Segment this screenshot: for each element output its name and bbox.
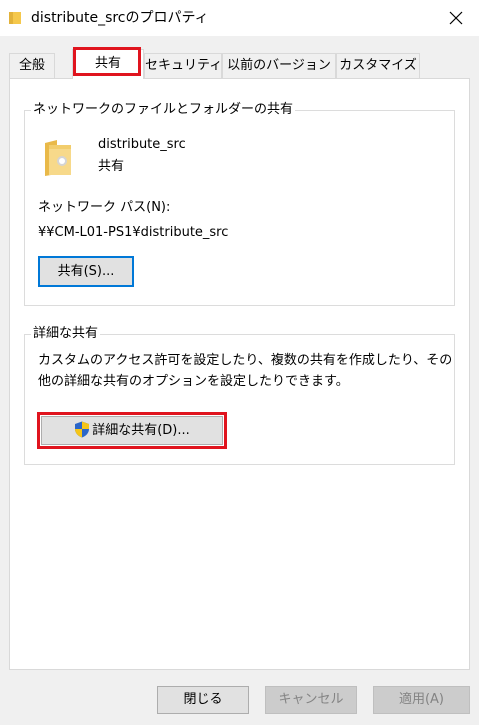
advanced-share-group-title: 詳細な共有 bbox=[31, 325, 101, 343]
folder-icon bbox=[9, 12, 21, 24]
network-path-value: ¥¥CM-L01-PS1¥distribute_src bbox=[38, 225, 229, 240]
share-button[interactable]: 共有(S)... bbox=[38, 256, 134, 287]
window-title: distribute_srcのプロパティ bbox=[31, 10, 209, 26]
tab-sharing[interactable]: 共有 bbox=[72, 49, 144, 79]
title-bar: distribute_srcのプロパティ bbox=[0, 0, 479, 36]
advanced-share-button-label: 詳細な共有(D)... bbox=[92, 423, 190, 438]
tab-previous-versions[interactable]: 以前のバージョン bbox=[222, 53, 336, 78]
advanced-share-description-line2: 他の詳細な共有のオプションを設定したりできます。 bbox=[38, 374, 349, 389]
close-button[interactable]: 閉じる bbox=[157, 686, 249, 714]
apply-button[interactable]: 適用(A) bbox=[373, 686, 470, 714]
shared-folder-icon bbox=[45, 140, 71, 176]
advanced-share-button[interactable]: 詳細な共有(D)... bbox=[41, 416, 223, 445]
uac-shield-icon bbox=[75, 421, 90, 438]
tab-security[interactable]: セキュリティ bbox=[144, 53, 222, 78]
network-path-label: ネットワーク パス(N): bbox=[38, 200, 171, 215]
properties-dialog: distribute_srcのプロパティ 全般 共有 セキュリティ 以前のバージ… bbox=[0, 0, 479, 725]
close-window-button[interactable] bbox=[433, 0, 479, 36]
network-share-group-title: ネットワークのファイルとフォルダーの共有 bbox=[31, 101, 296, 119]
tab-customize[interactable]: カスタマイズ bbox=[336, 53, 420, 78]
cancel-button[interactable]: キャンセル bbox=[265, 686, 357, 714]
folder-name: distribute_src bbox=[98, 137, 186, 152]
share-status: 共有 bbox=[98, 159, 125, 174]
tab-general[interactable]: 全般 bbox=[9, 53, 55, 78]
close-icon bbox=[449, 11, 463, 25]
advanced-share-description-line1: カスタムのアクセス許可を設定したり、複数の共有を作成したり、その bbox=[38, 353, 453, 368]
